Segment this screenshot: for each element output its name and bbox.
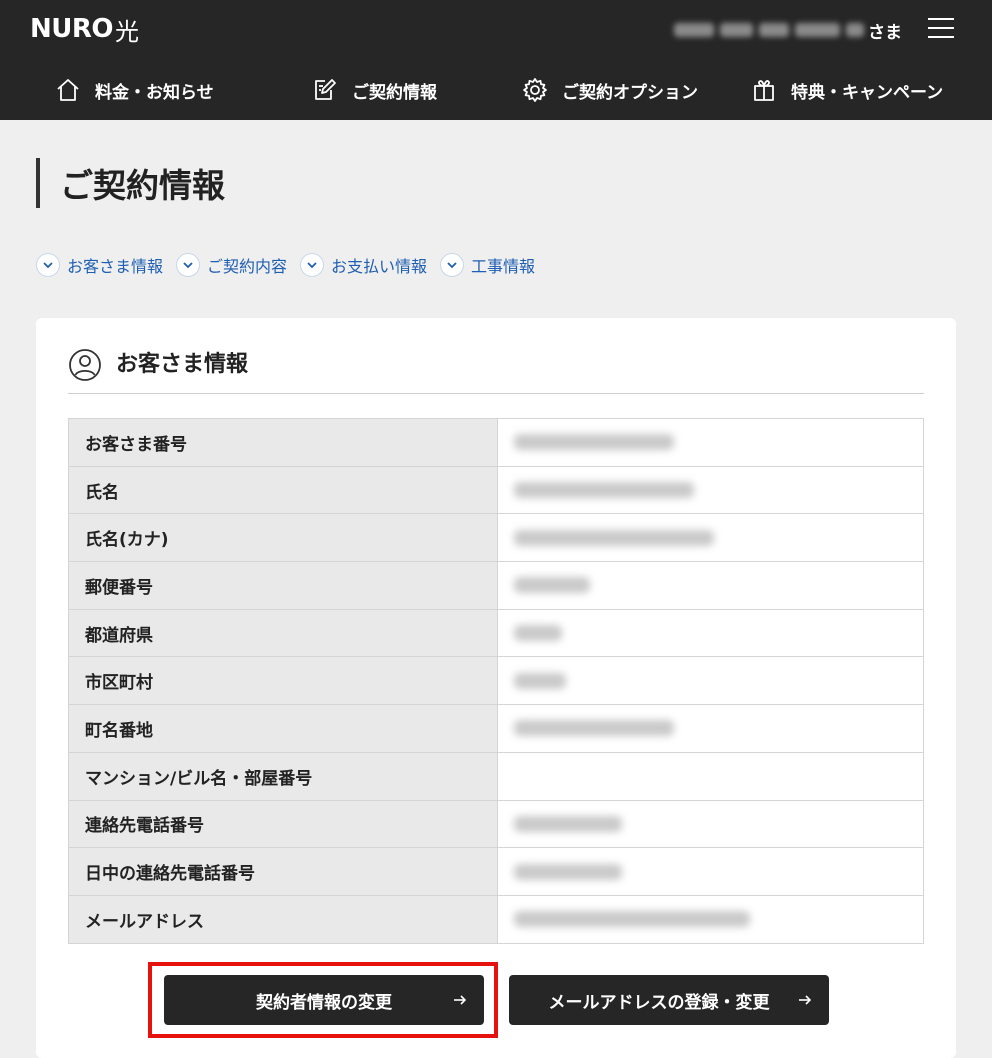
chevron-down-icon (300, 253, 325, 277)
row-value-redacted (497, 513, 924, 563)
gear-icon (523, 78, 547, 102)
anchor-label: 工事情報 (471, 257, 536, 276)
table-row: お客さま番号 (68, 418, 924, 467)
anchor-payment-info[interactable]: お支払い情報 (300, 253, 427, 277)
chevron-down-icon (176, 253, 201, 277)
user-name-redacted (674, 18, 864, 42)
chevron-down-icon (36, 253, 60, 277)
arrow-right-icon (454, 995, 467, 1005)
table-row: 連絡先電話番号 (68, 799, 924, 849)
row-label: 都道府県 (68, 608, 498, 658)
nav-item-contract-info[interactable]: ご契約情報 (312, 62, 437, 118)
button-label: メールアドレスの登録・変更 (548, 992, 770, 1013)
gift-icon (754, 80, 774, 101)
anchor-label: お支払い情報 (331, 257, 428, 276)
table-row: 市区町村 (68, 656, 924, 706)
anchor-customer-info[interactable]: お客さま情報 (36, 253, 163, 277)
row-value-redacted (497, 847, 924, 896)
page-title: ご契約情報 (60, 166, 225, 205)
nav-item-label: 料金・お知らせ (95, 82, 214, 103)
row-label: 町名番地 (68, 704, 498, 753)
anchor-links: お客さま情報 ご契約内容 お支払い情報 工事情報 (36, 250, 548, 280)
row-value-redacted (497, 608, 924, 658)
row-value-redacted (497, 799, 924, 849)
row-label: 氏名 (68, 465, 498, 515)
row-value-redacted (497, 704, 924, 753)
row-label: 市区町村 (68, 656, 498, 706)
row-label: お客さま番号 (68, 418, 498, 467)
row-label: 郵便番号 (68, 561, 498, 610)
anchor-label: お客さま情報 (67, 257, 164, 276)
change-email-button[interactable]: メールアドレスの登録・変更 (509, 975, 829, 1025)
row-value-redacted (497, 465, 924, 515)
global-nav: 料金・お知らせ ご契約情報 ご契約オプション 特典・キャンペーン (0, 62, 992, 118)
chevron-down-icon (440, 253, 465, 277)
nav-item-benefits[interactable]: 特典・キャンペーン (751, 62, 943, 118)
user-greeting[interactable]: さま (674, 12, 902, 48)
row-label: マンション/ビル名・部屋番号 (68, 751, 498, 801)
home-icon (57, 79, 79, 101)
anchor-label: ご契約内容 (207, 257, 288, 276)
change-contract-info-button[interactable]: 契約者情報の変更 (164, 975, 484, 1025)
nav-item-label: ご契約オプション (562, 82, 698, 103)
page-title-block: ご契約情報 (36, 158, 225, 208)
customer-info-table: お客さま番号 氏名 氏名(カナ) 郵便番号 都道府県 市区町村 町名番地 マンシ… (68, 418, 924, 944)
table-row: マンション/ビル名・部屋番号 (68, 751, 924, 801)
user-icon (69, 349, 101, 381)
row-value-redacted (497, 561, 924, 610)
nav-item-contract-options[interactable]: ご契約オプション (522, 62, 698, 118)
button-label: 契約者情報の変更 (256, 992, 392, 1013)
table-row: 都道府県 (68, 608, 924, 658)
table-row: メールアドレス (68, 894, 924, 944)
menu-icon[interactable] (928, 17, 954, 39)
nav-item-billing[interactable]: 料金・お知らせ (55, 62, 214, 118)
logo-text: NURO (30, 14, 114, 44)
table-row: 町名番地 (68, 704, 924, 753)
row-label: メールアドレス (68, 894, 498, 944)
section-header: お客さま情報 (68, 348, 924, 394)
anchor-contract-details[interactable]: ご契約内容 (176, 253, 287, 277)
arrow-right-icon (799, 995, 812, 1005)
logo-sub-text: 光 (115, 17, 139, 46)
anchor-construction-info[interactable]: 工事情報 (440, 253, 535, 277)
row-label: 連絡先電話番号 (68, 799, 498, 849)
nuro-logo[interactable]: NURO 光 (30, 12, 139, 46)
table-row: 氏名 (68, 465, 924, 515)
row-label: 氏名(カナ) (68, 513, 498, 563)
row-value-redacted (497, 656, 924, 706)
edit-icon (315, 79, 336, 100)
nav-item-label: ご契約情報 (352, 82, 437, 103)
table-row: 日中の連絡先電話番号 (68, 847, 924, 896)
row-value-empty (497, 751, 924, 801)
top-bar: NURO 光 さま 料金・お知らせ ご契約情報 ご契約オプション 特典・キャンペ… (0, 0, 992, 120)
row-value-redacted (497, 418, 924, 467)
row-value-redacted (497, 894, 924, 944)
table-row: 郵便番号 (68, 561, 924, 610)
row-label: 日中の連絡先電話番号 (68, 847, 498, 896)
section-title: お客さま情報 (116, 352, 249, 377)
user-honorific: さま (868, 22, 902, 43)
customer-info-card: お客さま情報 お客さま番号 氏名 氏名(カナ) 郵便番号 都道府県 市区町村 町… (36, 318, 956, 1058)
nav-item-label: 特典・キャンペーン (791, 82, 944, 103)
table-row: 氏名(カナ) (68, 513, 924, 563)
